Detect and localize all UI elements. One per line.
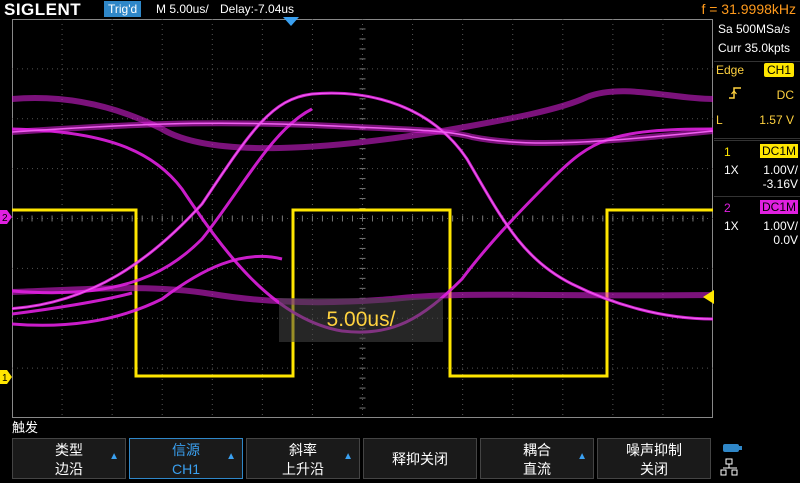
sample-rate: Sa 500MSa/s xyxy=(718,22,791,36)
softkey-holdoff-button[interactable]: 释抑关闭 xyxy=(363,438,477,479)
rising-edge-icon xyxy=(728,86,742,103)
softkey-value: 边沿 xyxy=(55,461,83,477)
softkey-value: 上升沿 xyxy=(282,461,324,477)
softkey-label: 释抑关闭 xyxy=(392,451,448,467)
trigger-position-marker[interactable] xyxy=(283,17,299,27)
trigger-level-value: 1.57 V xyxy=(759,113,794,127)
ch2-probe: 1X xyxy=(724,219,739,233)
softkey-value: 直流 xyxy=(523,461,551,477)
trigger-status-badge: Trig'd xyxy=(104,1,142,17)
status-bar: SIGLENT Trig'd M 5.00us/ Delay:-7.04us f… xyxy=(0,0,800,19)
ch2-number: 2 xyxy=(724,201,731,215)
ch1-offset: -3.16V xyxy=(762,177,798,191)
softkey-source-button[interactable]: 信源 CH1 ▲ xyxy=(129,438,243,479)
knob-arrow-icon: ▲ xyxy=(109,451,119,462)
trigger-level-label: L xyxy=(716,113,723,127)
softkey-value: 关闭 xyxy=(640,461,668,477)
ch2-info-box[interactable]: 2 DC1M 1X 1.00V/ 0.0V xyxy=(714,196,800,249)
waveform-canvas xyxy=(12,19,713,418)
softkey-slope-button[interactable]: 斜率 上升沿 ▲ xyxy=(246,438,360,479)
ch1-offset-marker[interactable]: 1 xyxy=(0,370,12,384)
softkey-coupling-button[interactable]: 耦合 直流 ▲ xyxy=(480,438,594,479)
menu-title: 触发 xyxy=(12,420,39,435)
softkey-noise-reject-button[interactable]: 噪声抑制 关闭 xyxy=(597,438,711,479)
softkey-type-button[interactable]: 类型 边沿 ▲ xyxy=(12,438,126,479)
frequency-counter: f = 31.9998kHz xyxy=(701,1,796,17)
usb-network-status-icon xyxy=(720,442,750,478)
softkey-label: 噪声抑制 xyxy=(626,442,682,458)
ch2-offset-marker[interactable]: 2 xyxy=(0,210,12,224)
waveform-display[interactable] xyxy=(12,19,713,418)
trigger-type: Edge xyxy=(716,63,745,77)
trigger-level-marker[interactable] xyxy=(703,290,714,304)
knob-arrow-icon: ▲ xyxy=(226,451,236,462)
brand-logo: SIGLENT xyxy=(4,0,82,19)
ch1-coupling-badge: DC1M xyxy=(759,144,798,158)
softkey-value: CH1 xyxy=(171,461,200,477)
knob-arrow-icon: ▲ xyxy=(343,451,353,462)
ch2-offset: 0.0V xyxy=(773,233,798,247)
knob-arrow-icon: ▲ xyxy=(577,451,587,462)
ch2-scale: 1.00V/ xyxy=(763,219,798,233)
memory-depth: Curr 35.0kpts xyxy=(718,41,791,55)
trigger-source-badge: CH1 xyxy=(764,63,795,77)
ch2-coupling-badge: DC1M xyxy=(759,200,798,214)
ch1-number: 1 xyxy=(724,145,731,159)
trigger-coupling: DC xyxy=(776,88,794,102)
timebase-readout: M 5.00us/ xyxy=(156,2,209,16)
ch2-waveform-trace xyxy=(12,107,313,295)
ch1-probe: 1X xyxy=(724,163,739,177)
ch1-info-box[interactable]: 1 DC1M 1X 1.00V/ -3.16V xyxy=(714,140,800,193)
ch1-scale: 1.00V/ xyxy=(763,163,798,177)
timebase-overlay: 5.00us/ xyxy=(279,298,443,342)
svg-text:1: 1 xyxy=(2,373,8,384)
svg-text:2: 2 xyxy=(2,213,8,224)
timebase-overlay-text: 5.00us/ xyxy=(326,308,396,331)
